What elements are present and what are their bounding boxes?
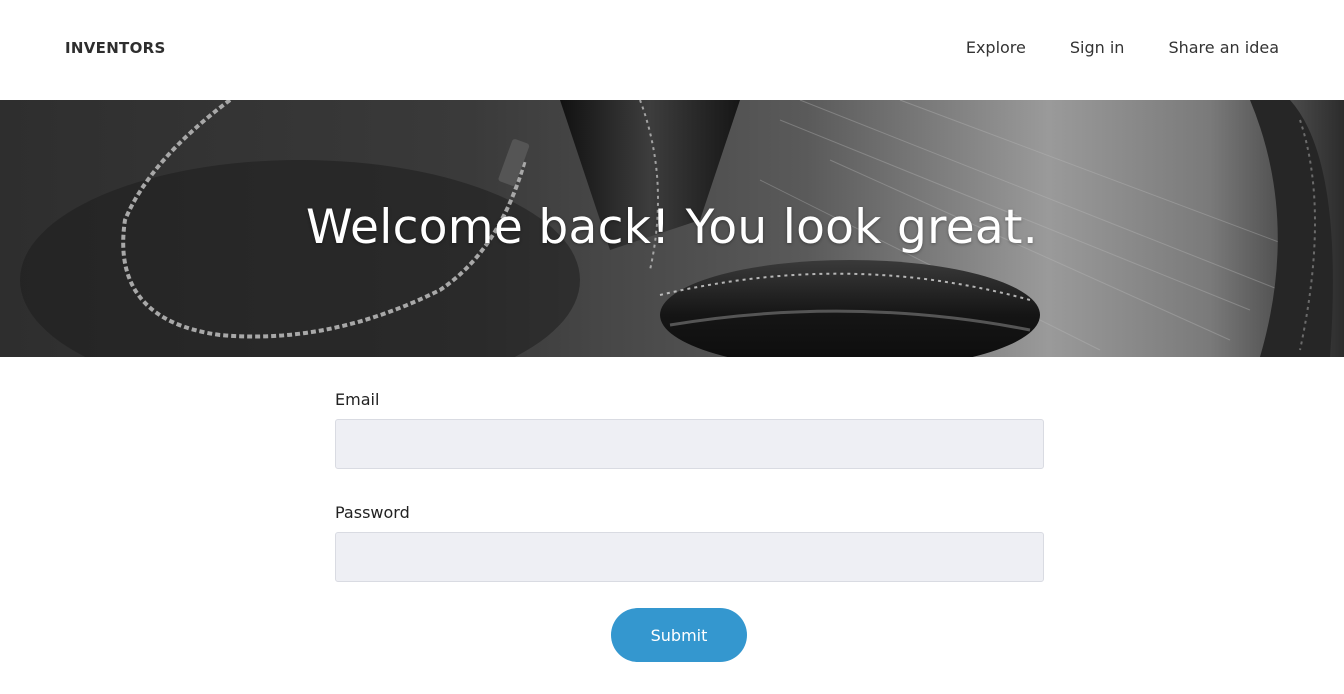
nav-link-share-idea[interactable]: Share an idea xyxy=(1168,38,1279,57)
email-field-group: Email xyxy=(335,389,1044,469)
main-nav: Explore Sign in Share an idea xyxy=(966,38,1279,57)
password-field-group: Password xyxy=(335,502,1044,582)
nav-link-explore[interactable]: Explore xyxy=(966,38,1026,57)
email-label: Email xyxy=(335,390,380,409)
hero-banner: Welcome back! You look great. xyxy=(0,100,1344,357)
top-navigation-bar: INVENTORS Explore Sign in Share an idea xyxy=(0,0,1344,100)
brand-logo[interactable]: INVENTORS xyxy=(65,39,166,57)
sign-in-form: Email Password xyxy=(335,389,1044,582)
nav-link-sign-in[interactable]: Sign in xyxy=(1070,38,1125,57)
hero-title: Welcome back! You look great. xyxy=(306,200,1038,255)
submit-wrapper: Submit xyxy=(611,608,747,662)
password-input[interactable] xyxy=(335,532,1044,582)
email-input[interactable] xyxy=(335,419,1044,469)
password-label: Password xyxy=(335,503,410,522)
submit-button[interactable]: Submit xyxy=(611,608,747,662)
